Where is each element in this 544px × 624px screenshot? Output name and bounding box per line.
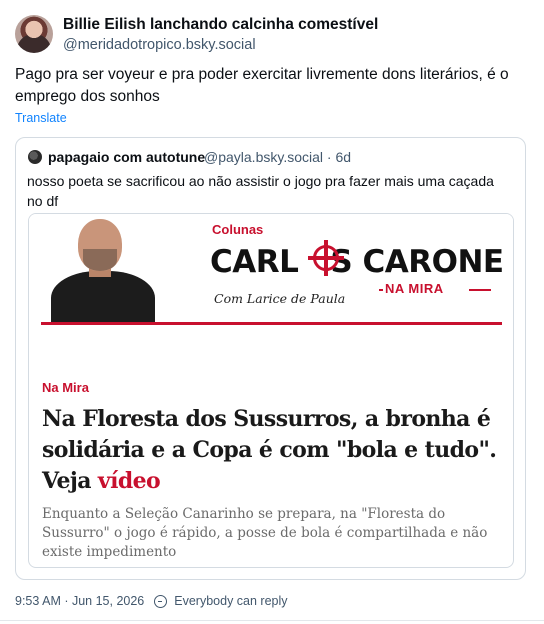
reply-settings-icon <box>154 594 168 608</box>
card-headline[interactable]: Na Floresta dos Sussurros, a bronha é so… <box>42 404 502 497</box>
card-description: Enquanto a Seleção Canarinho se prepara,… <box>42 506 488 560</box>
translate-link[interactable]: Translate <box>15 111 67 125</box>
reply-setting: Everybody can reply <box>174 594 288 608</box>
post-text: Pago pra ser voyeur e pra poder exercita… <box>15 66 509 105</box>
post-divider <box>0 620 544 621</box>
link-card[interactable]: Colunas CARL S CARONE NA MIRA Com Larice … <box>28 213 514 568</box>
quote-author-name[interactable]: papagaio com autotune <box>48 149 205 165</box>
banner-byline: Com Larice de Paula <box>214 291 346 306</box>
card-section-label: Na Mira <box>42 380 89 395</box>
quote-post[interactable]: papagaio com autotune @payla.bsky.social… <box>15 137 526 580</box>
post-meta: 9:53 AM · Jun 15, 2026 Everybody can rep… <box>15 594 288 608</box>
banner-subtitle: NA MIRA <box>385 281 444 296</box>
post: Billie Eilish lanchando calcinha comestí… <box>0 0 544 624</box>
author-name[interactable]: Billie Eilish lanchando calcinha comestí… <box>63 16 378 34</box>
banner-divider <box>41 322 502 325</box>
author-handle[interactable]: @meridadotropico.bsky.social <box>63 37 256 53</box>
card-banner-image: Colunas CARL S CARONE NA MIRA Com Larice … <box>29 214 513 334</box>
quote-author-avatar[interactable] <box>28 150 42 164</box>
columnist-photo <box>43 219 161 323</box>
banner-section: Colunas <box>212 222 264 237</box>
quote-text: nosso poeta se sacrificou ao não assisti… <box>27 173 494 209</box>
post-timestamp[interactable]: 9:53 AM · Jun 15, 2026 <box>15 594 144 608</box>
crosshair-icon <box>308 240 344 276</box>
author-avatar[interactable] <box>15 15 53 53</box>
banner-brand-title: CARL S CARONE <box>210 244 504 280</box>
quote-author-handle[interactable]: @payla.bsky.social · 6d <box>204 149 351 165</box>
